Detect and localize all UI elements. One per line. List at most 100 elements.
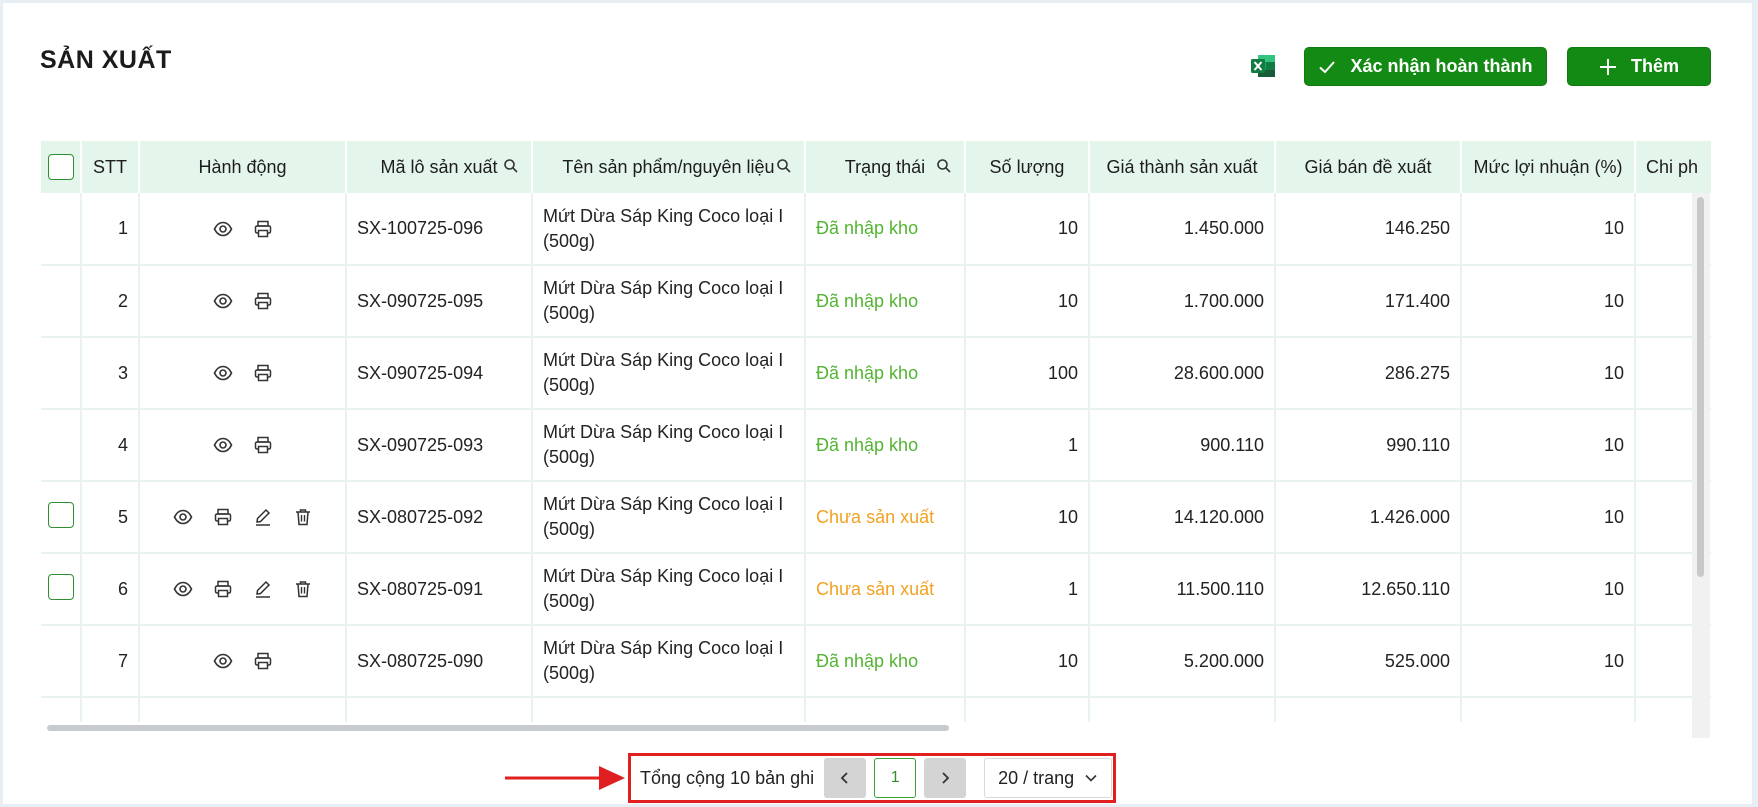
page-size-select[interactable]: 20 / trang bbox=[984, 758, 1113, 798]
row-product-name: Mứt Dừa Sáp King Coco loại I (500g) bbox=[532, 193, 806, 266]
header-status: Trạng thái bbox=[805, 141, 966, 193]
search-icon[interactable] bbox=[776, 158, 792, 174]
table-row bbox=[41, 697, 1711, 722]
row-batch-code: SX-080725-091 bbox=[346, 553, 533, 626]
view-icon[interactable] bbox=[213, 291, 233, 311]
next-page-button[interactable] bbox=[924, 758, 967, 798]
header-price: Giá bán đề xuất bbox=[1275, 141, 1462, 193]
row-product-name: Mứt Dừa Sáp King Coco loại I (500g) bbox=[532, 625, 806, 698]
excel-export-icon[interactable] bbox=[1249, 52, 1277, 80]
print-icon[interactable] bbox=[253, 435, 273, 455]
row-profit-margin: 10 bbox=[1461, 553, 1636, 626]
print-icon[interactable] bbox=[253, 651, 273, 671]
search-icon[interactable] bbox=[503, 158, 519, 174]
row-status: Đã nhập kho bbox=[805, 265, 966, 338]
row-production-cost: 1.450.000 bbox=[1089, 193, 1276, 266]
row-select-cell bbox=[41, 553, 82, 626]
header-batch: Mã lô sản xuất bbox=[346, 141, 533, 193]
search-icon[interactable] bbox=[936, 158, 952, 174]
prev-page-button[interactable] bbox=[824, 758, 867, 798]
row-product-name: Mứt Dừa Sáp King Coco loại I (500g) bbox=[532, 265, 806, 338]
row-stt: 4 bbox=[81, 409, 140, 482]
view-icon[interactable] bbox=[213, 435, 233, 455]
row-suggested-price: 990.110 bbox=[1275, 409, 1462, 482]
table-header-row: STT Hành động Mã lô sản xuất Tên sản phẩ… bbox=[41, 141, 1711, 193]
plus-icon bbox=[1599, 58, 1616, 75]
confirm-complete-button[interactable]: Xác nhận hoàn thành bbox=[1304, 47, 1547, 86]
row-production-cost: 900.110 bbox=[1089, 409, 1276, 482]
delete-icon[interactable] bbox=[293, 507, 313, 527]
row-batch-code: SX-090725-095 bbox=[346, 265, 533, 338]
row-production-cost: 1.700.000 bbox=[1089, 265, 1276, 338]
row-status: Đã nhập kho bbox=[805, 193, 966, 266]
row-quantity: 10 bbox=[965, 481, 1090, 554]
pagination-total: Tổng cộng 10 bản ghi bbox=[640, 767, 815, 788]
row-actions bbox=[139, 409, 347, 482]
row-select-cell bbox=[41, 193, 82, 266]
row-actions bbox=[139, 265, 347, 338]
row-quantity: 1 bbox=[965, 409, 1090, 482]
header-select-all bbox=[41, 141, 82, 193]
print-icon[interactable] bbox=[253, 291, 273, 311]
check-icon bbox=[1319, 60, 1336, 73]
row-stt: 1 bbox=[81, 193, 140, 266]
print-icon[interactable] bbox=[213, 507, 233, 527]
row-suggested-price: 12.650.110 bbox=[1275, 553, 1462, 626]
print-icon[interactable] bbox=[213, 579, 233, 599]
row-checkbox[interactable] bbox=[47, 501, 74, 528]
row-profit-margin: 10 bbox=[1461, 409, 1636, 482]
row-quantity: 10 bbox=[965, 193, 1090, 266]
page-title: SẢN XUẤT bbox=[40, 46, 172, 74]
select-all-checkbox[interactable] bbox=[47, 154, 74, 180]
print-icon[interactable] bbox=[253, 363, 273, 383]
row-actions bbox=[139, 553, 347, 626]
print-icon[interactable] bbox=[253, 219, 273, 239]
row-quantity: 1 bbox=[965, 553, 1090, 626]
delete-icon[interactable] bbox=[293, 579, 313, 599]
row-quantity: 100 bbox=[965, 337, 1090, 410]
chevron-left-icon bbox=[840, 772, 848, 784]
row-stt: 6 bbox=[81, 553, 140, 626]
chevron-down-icon bbox=[1085, 774, 1097, 782]
header-cost: Giá thành sản xuất bbox=[1089, 141, 1276, 193]
edit-icon[interactable] bbox=[253, 579, 273, 599]
row-product-name: Mứt Dừa Sáp King Coco loại I (500g) bbox=[532, 409, 806, 482]
row-status: Đã nhập kho bbox=[805, 625, 966, 698]
view-icon[interactable] bbox=[213, 363, 233, 383]
add-button[interactable]: Thêm bbox=[1567, 47, 1711, 86]
row-select-cell bbox=[41, 409, 82, 482]
view-icon[interactable] bbox=[173, 507, 193, 527]
row-batch-code: SX-090725-094 bbox=[346, 337, 533, 410]
page-size-value: 20 / trang bbox=[998, 767, 1075, 788]
row-suggested-price: 1.426.000 bbox=[1275, 481, 1462, 554]
confirm-complete-label: Xác nhận hoàn thành bbox=[1350, 56, 1533, 76]
vertical-scrollbar[interactable] bbox=[1692, 193, 1710, 738]
vertical-scrollbar-thumb[interactable] bbox=[1697, 197, 1704, 577]
view-icon[interactable] bbox=[173, 579, 193, 599]
row-production-cost: 11.500.110 bbox=[1089, 553, 1276, 626]
row-status: Đã nhập kho bbox=[805, 337, 966, 410]
row-profit-margin: 10 bbox=[1461, 481, 1636, 554]
row-suggested-price: 286.275 bbox=[1275, 337, 1462, 410]
edit-icon[interactable] bbox=[253, 507, 273, 527]
row-actions bbox=[139, 337, 347, 410]
row-product-name: Mứt Dừa Sáp King Coco loại I (500g) bbox=[532, 553, 806, 626]
header-profit: Mức lợi nhuận (%) bbox=[1461, 141, 1636, 193]
horizontal-scrollbar-thumb[interactable] bbox=[47, 725, 949, 731]
table-row: 6 SX-080725-091 Mứt Dừa Sáp King Coco loại… bbox=[41, 553, 1711, 626]
row-suggested-price: 525.000 bbox=[1275, 625, 1462, 698]
row-profit-margin: 10 bbox=[1461, 265, 1636, 338]
current-page-button[interactable]: 1 bbox=[874, 758, 917, 798]
annotation-arrow-icon bbox=[505, 766, 625, 790]
row-checkbox[interactable] bbox=[47, 573, 74, 600]
row-suggested-price: 146.250 bbox=[1275, 193, 1462, 266]
add-label: Thêm bbox=[1630, 56, 1679, 76]
view-icon[interactable] bbox=[213, 651, 233, 671]
row-product-name: Mứt Dừa Sáp King Coco loại I (500g) bbox=[532, 481, 806, 554]
row-production-cost: 14.120.000 bbox=[1089, 481, 1276, 554]
view-icon[interactable] bbox=[213, 219, 233, 239]
row-quantity: 10 bbox=[965, 625, 1090, 698]
row-production-cost: 28.600.000 bbox=[1089, 337, 1276, 410]
row-quantity: 10 bbox=[965, 265, 1090, 338]
table-row: 1 SX-100725-096 Mứt Dừa Sáp King Coco loại… bbox=[41, 193, 1711, 266]
